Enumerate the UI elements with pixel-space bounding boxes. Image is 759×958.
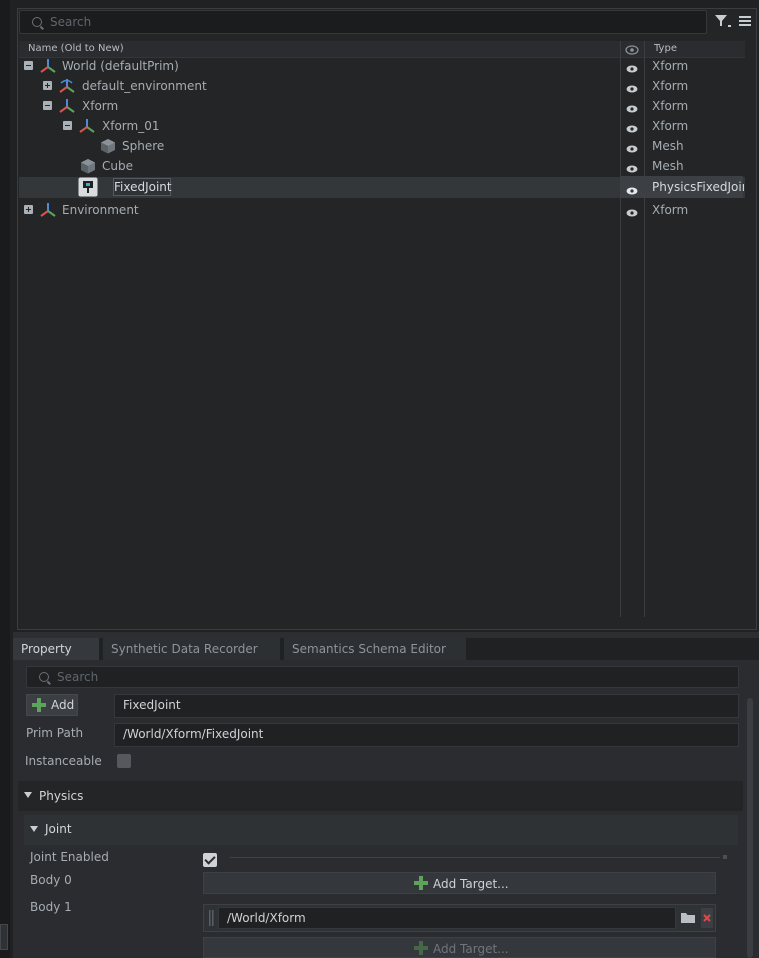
environment-xform-icon bbox=[58, 77, 76, 95]
property-scrollbar[interactable] bbox=[747, 698, 753, 958]
expand-icon[interactable] bbox=[24, 205, 33, 214]
tree-row-label[interactable]: FixedJoint bbox=[114, 180, 172, 194]
tab-semantics-schema-editor[interactable]: Semantics Schema Editor bbox=[284, 638, 466, 660]
tree-row-type: Mesh bbox=[652, 139, 684, 153]
collapse-icon[interactable] bbox=[43, 101, 52, 110]
add-plus-icon bbox=[414, 941, 428, 955]
instanceable-label: Instanceable bbox=[25, 754, 102, 768]
physics-section-header[interactable]: Physics bbox=[18, 781, 743, 811]
expand-icon[interactable] bbox=[43, 81, 52, 90]
eye-icon[interactable] bbox=[626, 162, 638, 173]
prim-path-field[interactable]: /World/Xform/FixedJoint bbox=[114, 723, 739, 747]
tree-row-label: World (defaultPrim) bbox=[62, 59, 179, 73]
mesh-cube-icon bbox=[99, 137, 117, 155]
tree-row-type: PhysicsFixedJoint bbox=[652, 180, 744, 194]
tree-row-sphere[interactable]: Sphere Mesh bbox=[19, 136, 745, 156]
xform-icon bbox=[39, 201, 57, 219]
tree-row-fixedjoint-selected[interactable]: FixedJoint PhysicsFixedJoint bbox=[19, 176, 745, 198]
folder-icon[interactable] bbox=[680, 910, 696, 927]
tree-row-type: Mesh bbox=[652, 159, 684, 173]
tree-row-type: Xform bbox=[652, 203, 689, 217]
body1-path-field[interactable]: /World/Xform bbox=[218, 907, 676, 929]
separator-line bbox=[230, 857, 720, 858]
add-button[interactable]: Add bbox=[26, 694, 78, 716]
collapse-icon[interactable] bbox=[24, 61, 33, 70]
prim-path-label: Prim Path bbox=[26, 726, 84, 740]
body0-add-target-button[interactable]: Add Target... bbox=[203, 872, 716, 894]
joint-section-label: Joint bbox=[45, 822, 72, 836]
add-target-label: Add Target... bbox=[433, 877, 509, 891]
search-icon bbox=[32, 17, 42, 27]
add-target-label: Add Target... bbox=[433, 942, 509, 956]
tree-row-type: Xform bbox=[652, 99, 689, 113]
tab-synthetic-data-recorder[interactable]: Synthetic Data Recorder bbox=[103, 638, 280, 660]
tree-row-label: default_environment bbox=[82, 79, 207, 93]
eye-icon[interactable] bbox=[626, 184, 638, 195]
prim-name-field[interactable]: FixedJoint bbox=[114, 694, 739, 718]
instanceable-checkbox[interactable] bbox=[117, 754, 131, 768]
joint-enabled-checkbox[interactable] bbox=[203, 853, 217, 867]
remove-target-icon[interactable] bbox=[701, 908, 713, 928]
xform-icon bbox=[39, 57, 57, 75]
tab-label: Property bbox=[21, 642, 72, 656]
joint-enabled-label: Joint Enabled bbox=[30, 850, 109, 864]
reset-indicator[interactable] bbox=[723, 855, 727, 859]
tree-row-xform-01[interactable]: Xform_01 Xform bbox=[19, 116, 745, 136]
type-column-header[interactable]: Type bbox=[654, 43, 677, 54]
body1-target-row: /World/Xform bbox=[203, 904, 716, 932]
name-column-header[interactable]: Name (Old to New) bbox=[28, 43, 124, 54]
tree-row-label: Environment bbox=[62, 203, 139, 217]
left-dock-edge bbox=[0, 0, 10, 958]
add-plus-icon bbox=[414, 876, 428, 890]
tree-row-default-environment[interactable]: default_environment Xform bbox=[19, 76, 745, 96]
tree-row-label: Cube bbox=[102, 159, 133, 173]
body1-label: Body 1 bbox=[30, 900, 72, 914]
tree-row-label: Xform bbox=[82, 99, 119, 113]
tree-row-environment[interactable]: Environment Xform bbox=[19, 200, 745, 220]
filter-icon[interactable] bbox=[712, 11, 734, 31]
stage-search-input[interactable]: Search bbox=[19, 10, 707, 34]
left-dock-button[interactable] bbox=[0, 924, 8, 950]
tree-row-label: Sphere bbox=[122, 139, 165, 153]
drag-handle-icon[interactable] bbox=[208, 909, 216, 927]
add-plus-icon bbox=[32, 698, 46, 712]
tree-row-label: Xform_01 bbox=[102, 119, 160, 133]
mesh-cube-icon bbox=[79, 157, 97, 175]
tab-label: Semantics Schema Editor bbox=[292, 642, 446, 656]
property-search-placeholder: Search bbox=[57, 670, 99, 684]
tree-row-type: Xform bbox=[652, 59, 689, 73]
hamburger-menu-icon[interactable] bbox=[736, 11, 754, 31]
stage-search-placeholder: Search bbox=[50, 15, 92, 29]
body0-label: Body 0 bbox=[30, 873, 72, 887]
eye-icon[interactable] bbox=[626, 206, 638, 217]
physics-section-label: Physics bbox=[39, 789, 84, 803]
body1-add-target-button[interactable]: Add Target... bbox=[203, 937, 716, 958]
joint-section-header[interactable]: Joint bbox=[24, 815, 738, 845]
tree-row-xform[interactable]: Xform Xform bbox=[19, 96, 745, 116]
eye-icon[interactable] bbox=[626, 142, 638, 153]
xform-icon bbox=[58, 97, 76, 115]
xform-icon bbox=[78, 117, 96, 135]
search-icon bbox=[39, 672, 49, 682]
physics-joint-icon bbox=[78, 177, 98, 197]
eye-icon[interactable] bbox=[626, 102, 638, 113]
tab-label: Synthetic Data Recorder bbox=[111, 642, 258, 656]
tree-row-world[interactable]: World (defaultPrim) Xform bbox=[19, 56, 745, 76]
add-button-label: Add bbox=[51, 698, 75, 712]
tree-row-type: Xform bbox=[652, 119, 689, 133]
eye-icon[interactable] bbox=[626, 122, 638, 133]
eye-icon[interactable] bbox=[626, 82, 638, 93]
property-search-input[interactable]: Search bbox=[26, 666, 739, 688]
collapse-icon[interactable] bbox=[63, 121, 72, 130]
tab-property[interactable]: Property bbox=[13, 638, 99, 660]
collapse-triangle-icon bbox=[30, 826, 38, 832]
tree-row-type: Xform bbox=[652, 79, 689, 93]
tree-row-cube[interactable]: Cube Mesh bbox=[19, 156, 745, 176]
collapse-triangle-icon bbox=[24, 792, 32, 798]
eye-icon[interactable] bbox=[626, 62, 638, 73]
